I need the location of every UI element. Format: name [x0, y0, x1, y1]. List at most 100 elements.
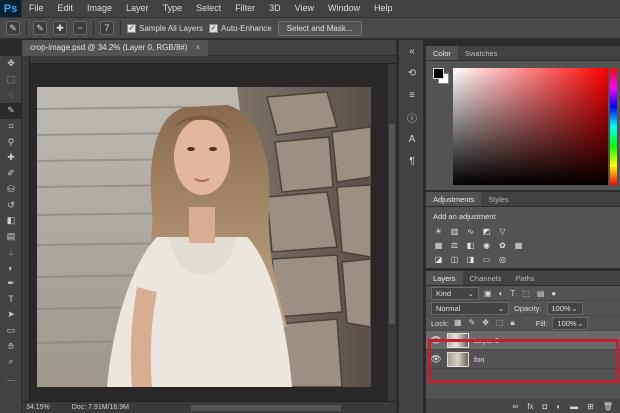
- info-icon[interactable]: ⓘ: [399, 106, 425, 128]
- dodge-icon[interactable]: ◐: [0, 260, 22, 276]
- filter-toggle-icon[interactable]: ●: [551, 289, 556, 298]
- foreground-color-swatch[interactable]: [433, 68, 444, 79]
- color-lookup-icon[interactable]: ▦: [513, 240, 524, 250]
- collapse-arrows-icon[interactable]: «: [399, 40, 425, 62]
- menu-3d[interactable]: 3D: [262, 0, 288, 17]
- shape-icon[interactable]: ▭: [0, 323, 22, 339]
- channel-mixer-icon[interactable]: ✿: [497, 240, 508, 250]
- move-icon[interactable]: ✥: [0, 56, 22, 72]
- vertical-scrollbar[interactable]: [388, 64, 396, 401]
- crop-icon[interactable]: ⌗: [0, 119, 22, 135]
- color-picker-field[interactable]: [453, 68, 608, 185]
- quick-select-icon[interactable]: ✎: [0, 103, 22, 119]
- menu-view[interactable]: View: [288, 0, 321, 17]
- trash-icon[interactable]: 🗑︎: [603, 402, 613, 411]
- lock-all-icon[interactable]: 🔒︎: [510, 318, 514, 328]
- threshold-icon[interactable]: ◨: [465, 254, 476, 264]
- layer-style-icon[interactable]: fx: [527, 402, 533, 411]
- tab-color[interactable]: Color: [426, 46, 458, 60]
- fill-field[interactable]: 100% ⌄: [552, 316, 589, 330]
- brush-icon[interactable]: ✐: [0, 166, 22, 182]
- close-icon[interactable]: ×: [196, 43, 201, 52]
- menu-filter[interactable]: Filter: [228, 0, 262, 17]
- black-white-icon[interactable]: ◧: [465, 240, 476, 250]
- curves-icon[interactable]: ∿: [465, 226, 476, 236]
- history-brush-icon[interactable]: ↺: [0, 197, 22, 213]
- scroll-thumb[interactable]: [389, 124, 395, 324]
- character-icon[interactable]: A: [399, 128, 425, 150]
- tab-adjustments[interactable]: Adjustments: [426, 192, 482, 206]
- marquee-icon[interactable]: ⬚: [0, 72, 22, 88]
- link-layers-icon[interactable]: ∞: [513, 402, 519, 411]
- layer-row-fon[interactable]: 👁︎ fon: [426, 350, 620, 369]
- path-select-icon[interactable]: ➤: [0, 307, 22, 323]
- pen-icon[interactable]: ✒: [0, 276, 22, 292]
- healing-icon[interactable]: ✚: [0, 150, 22, 166]
- new-selection-icon[interactable]: ✎: [33, 21, 47, 35]
- menu-select[interactable]: Select: [189, 0, 228, 17]
- history-icon[interactable]: ⟲: [399, 62, 425, 84]
- visibility-eye-icon[interactable]: 👁︎: [430, 354, 442, 365]
- type-filter-icon[interactable]: T: [510, 289, 515, 298]
- gradient-map-icon[interactable]: ▭: [481, 254, 492, 264]
- lock-artboard-icon[interactable]: ⬚: [496, 318, 504, 328]
- brightness-contrast-icon[interactable]: ☀: [433, 226, 444, 236]
- smart-object-filter-icon[interactable]: ▤: [537, 289, 545, 298]
- menu-file[interactable]: File: [22, 0, 51, 17]
- lock-image-icon[interactable]: ✎: [469, 318, 476, 328]
- invert-icon[interactable]: ◪: [433, 254, 444, 264]
- more-icon[interactable]: …: [0, 370, 22, 386]
- auto-enhance-checkbox[interactable]: ✓ Auto-Enhance: [209, 23, 272, 33]
- gradient-icon[interactable]: ▤: [0, 229, 22, 245]
- levels-icon[interactable]: ▥: [449, 226, 460, 236]
- menu-layer[interactable]: Layer: [119, 0, 156, 17]
- new-layer-icon[interactable]: ⊞: [587, 402, 594, 411]
- select-and-mask-button[interactable]: Select and Mask...: [277, 20, 362, 36]
- menu-help[interactable]: Help: [367, 0, 400, 17]
- blend-mode-select[interactable]: Normal ⌄: [431, 301, 509, 315]
- menu-type[interactable]: Type: [156, 0, 190, 17]
- tab-layers[interactable]: Layers: [426, 271, 463, 285]
- selective-color-icon[interactable]: ◎: [497, 254, 508, 264]
- eraser-icon[interactable]: ◧: [0, 213, 22, 229]
- add-mask-icon[interactable]: ◘: [542, 402, 547, 411]
- zoom-icon[interactable]: ⌕: [0, 354, 22, 370]
- visibility-eye-icon[interactable]: 👁︎: [430, 335, 442, 346]
- color-balance-icon[interactable]: ⚖: [449, 240, 460, 250]
- hue-saturation-icon[interactable]: ▦: [433, 240, 444, 250]
- layer-row-layer-0[interactable]: 👁︎ Layer 0: [426, 331, 620, 350]
- exposure-icon[interactable]: ◩: [481, 226, 492, 236]
- posterize-icon[interactable]: ◫: [449, 254, 460, 264]
- document-tab[interactable]: crop-image.psd @ 34.2% (Layer 0, RGB/8#)…: [22, 39, 209, 56]
- hand-icon[interactable]: ✋︎: [0, 338, 22, 354]
- adjustment-filter-icon[interactable]: ◐: [499, 289, 504, 298]
- type-icon[interactable]: T: [0, 291, 22, 307]
- document-image[interactable]: [37, 87, 371, 387]
- paragraph-icon[interactable]: ¶: [399, 150, 425, 172]
- sample-all-layers-checkbox[interactable]: ✓ Sample All Layers: [127, 23, 203, 33]
- pixel-filter-icon[interactable]: ▣: [484, 289, 492, 298]
- menu-image[interactable]: Image: [80, 0, 119, 17]
- opacity-field[interactable]: 100% ⌄: [546, 301, 583, 315]
- menu-edit[interactable]: Edit: [51, 0, 81, 17]
- new-adjustment-icon[interactable]: ◐: [556, 402, 561, 411]
- zoom-level[interactable]: 34.15%: [26, 404, 50, 411]
- add-to-selection-icon[interactable]: ✚: [53, 21, 67, 35]
- tab-swatches[interactable]: Swatches: [458, 46, 505, 60]
- menu-window[interactable]: Window: [321, 0, 367, 17]
- filter-kind-select[interactable]: Kind ⌄: [431, 286, 479, 300]
- tab-paths[interactable]: Paths: [508, 271, 541, 285]
- new-group-icon[interactable]: ▬: [570, 402, 578, 411]
- horizontal-scrollbar[interactable]: [190, 404, 341, 411]
- lasso-icon[interactable]: ◌: [0, 87, 22, 103]
- vertical-ruler[interactable]: [22, 56, 30, 401]
- tab-channels[interactable]: Channels: [463, 271, 509, 285]
- tab-styles[interactable]: Styles: [481, 192, 515, 206]
- brush-size-picker[interactable]: 7: [100, 21, 114, 35]
- horizontal-ruler[interactable]: [30, 56, 396, 64]
- lock-transparent-icon[interactable]: ▦: [454, 318, 462, 328]
- eyedropper-icon[interactable]: ⚲: [0, 134, 22, 150]
- shape-filter-icon[interactable]: ⬚: [522, 289, 530, 298]
- lock-position-icon[interactable]: ✥: [482, 318, 489, 328]
- document-info[interactable]: Doc: 7.91M/16.9M: [72, 404, 129, 411]
